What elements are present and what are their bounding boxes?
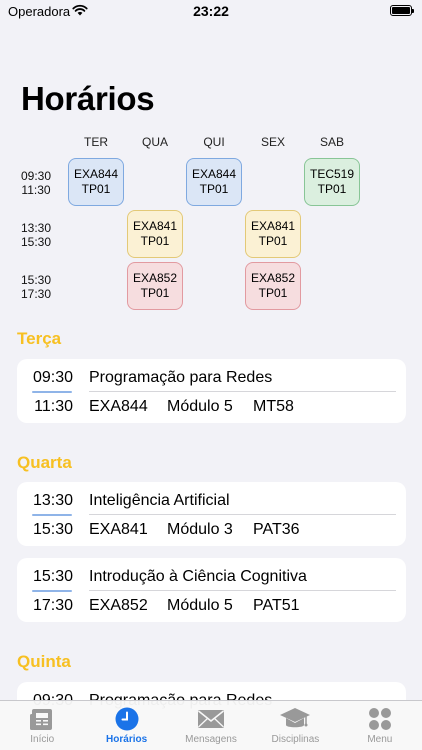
class-subject: Introdução à Ciência Cognitiva: [89, 568, 307, 585]
tab-menu[interactable]: Menu: [338, 701, 422, 750]
class-code: EXA844: [89, 398, 148, 415]
slot-type: TP01: [140, 286, 170, 300]
status-bar: Operadora 23:22: [0, 0, 422, 24]
time-divider: [32, 391, 72, 393]
class-start-time: 15:30: [32, 568, 73, 585]
slot-code: EXA844: [191, 167, 237, 181]
page-title: Horários: [21, 80, 155, 117]
class-end-time: 15:30: [32, 521, 73, 538]
grid-slot-qua-1330[interactable]: EXA841 TP01: [127, 210, 183, 258]
day-header-ter: TER: [84, 135, 108, 149]
slot-type: TP01: [199, 182, 229, 196]
class-code: EXA852: [89, 597, 148, 614]
row-separator: [89, 391, 396, 392]
tab-label: Início: [30, 734, 55, 745]
class-room: PAT36: [253, 521, 300, 538]
grid-dots-icon: [367, 706, 393, 732]
tab-disciplinas[interactable]: Disciplinas: [253, 701, 337, 750]
tab-label: Disciplinas: [271, 734, 320, 745]
class-end-time: 17:30: [32, 597, 73, 614]
class-room: MT58: [253, 398, 294, 415]
clock-icon: [114, 706, 140, 732]
slot-type: TP01: [81, 182, 111, 196]
slot-code: EXA844: [73, 167, 119, 181]
grid-slot-qui-0930[interactable]: EXA844 TP01: [186, 158, 242, 206]
section-title-quarta: Quarta: [17, 453, 72, 472]
class-subject: Inteligência Artificial: [89, 492, 230, 509]
status-time: 23:22: [193, 3, 229, 19]
grid-slot-sex-1330[interactable]: EXA841 TP01: [245, 210, 301, 258]
class-module: Módulo 5: [167, 597, 233, 614]
slot-type: TP01: [258, 234, 288, 248]
class-end-time: 11:30: [34, 398, 73, 415]
class-subject: Programação para Redes: [89, 369, 273, 386]
tab-mensagens[interactable]: Mensagens: [169, 701, 253, 750]
class-module: Módulo 5: [167, 398, 233, 415]
graduation-cap-icon: [279, 706, 311, 732]
section-title-terca: Terça: [17, 329, 62, 348]
slot-code: EXA841: [250, 219, 296, 233]
tab-label: Mensagens: [185, 734, 237, 745]
day-header-sab: SAB: [319, 135, 344, 149]
row-separator: [89, 590, 396, 591]
envelope-icon: [197, 706, 225, 732]
grid-slot-ter-0930[interactable]: EXA844 TP01: [68, 158, 124, 206]
slot-type: TP01: [258, 286, 288, 300]
time-divider: [32, 514, 72, 516]
row-separator: [89, 514, 396, 515]
time-slot-3: 15:30 17:30: [14, 273, 58, 301]
slot-code: TEC519: [309, 167, 355, 181]
section-title-quinta: Quinta: [17, 652, 71, 671]
time-slot-start: 13:30: [20, 221, 52, 235]
grid-slot-sex-1530[interactable]: EXA852 TP01: [245, 262, 301, 310]
tab-label: Horários: [106, 734, 148, 745]
time-slot-1: 09:30 11:30: [14, 169, 58, 197]
day-header-qua: QUA: [141, 135, 168, 149]
tab-label: Menu: [367, 734, 393, 745]
time-slot-start: 15:30: [20, 273, 52, 287]
day-header-sex: SEX: [260, 135, 285, 149]
time-slot-end: 15:30: [20, 235, 52, 249]
slot-code: EXA852: [250, 271, 296, 285]
grid-slot-qua-1530[interactable]: EXA852 TP01: [127, 262, 183, 310]
time-divider: [32, 590, 72, 592]
slot-code: EXA852: [132, 271, 178, 285]
time-slot-end: 17:30: [20, 287, 52, 301]
slot-type: TP01: [317, 182, 347, 196]
class-code: EXA841: [89, 521, 148, 538]
class-module: Módulo 3: [167, 521, 233, 538]
slot-type: TP01: [140, 234, 170, 248]
class-card[interactable]: 13:30 15:30 Inteligência Artificial EXA8…: [17, 482, 406, 546]
battery-icon: [390, 5, 414, 16]
class-room: PAT51: [253, 597, 300, 614]
class-start-time: 09:30: [32, 369, 73, 386]
tab-inicio[interactable]: Início: [0, 701, 84, 750]
grid-slot-sab-0930[interactable]: TEC519 TP01: [304, 158, 360, 206]
time-slot-start: 09:30: [20, 169, 52, 183]
class-card[interactable]: 09:30 11:30 Programação para Redes EXA84…: [17, 359, 406, 423]
time-slot-2: 13:30 15:30: [14, 221, 58, 249]
time-slot-end: 11:30: [21, 183, 51, 197]
day-header-qui: QUI: [203, 135, 225, 149]
class-start-time: 13:30: [32, 492, 73, 509]
tab-bar: Início Horários Mensagens Disciplinas Me…: [0, 700, 422, 750]
tab-horarios[interactable]: Horários: [84, 701, 168, 750]
class-card[interactable]: 15:30 17:30 Introdução à Ciência Cogniti…: [17, 558, 406, 622]
newspaper-icon: [29, 706, 55, 732]
slot-code: EXA841: [132, 219, 178, 233]
